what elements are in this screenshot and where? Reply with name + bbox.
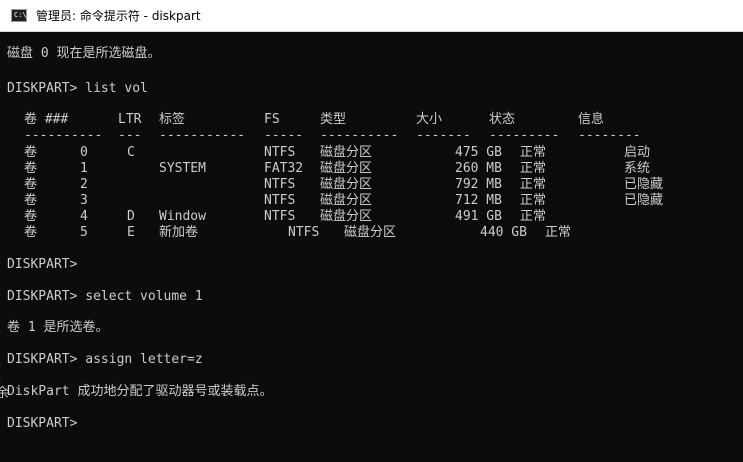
- col-separator: -----------: [159, 128, 246, 143]
- col-separator: -----: [264, 128, 304, 143]
- col-header-info: 信息: [578, 112, 605, 127]
- table-cell: 0: [80, 145, 88, 160]
- table-cell: 440 GB: [480, 225, 527, 240]
- table-cell: 正常: [545, 225, 572, 240]
- table-cell: D: [127, 209, 135, 224]
- table-cell: 卷: [24, 225, 38, 240]
- table-cell: 磁盘分区: [320, 161, 373, 176]
- table-cell: 260 MB: [455, 161, 502, 176]
- table-cell: NTFS: [264, 177, 296, 192]
- col-header-fs: FS: [264, 112, 280, 127]
- table-cell: 磁盘分区: [320, 145, 373, 160]
- table-cell: Window: [159, 209, 206, 224]
- col-header-status: 状态: [489, 112, 516, 127]
- table-cell: 1: [80, 161, 88, 176]
- table-cell: 2: [80, 177, 88, 192]
- table-cell: 5: [80, 225, 88, 240]
- col-separator: ----------: [320, 128, 399, 143]
- col-separator: ---------: [489, 128, 560, 143]
- console-line-selected-disk: 磁盘 0 现在是所选磁盘。: [7, 46, 161, 61]
- table-cell: 正常: [520, 161, 547, 176]
- table-cell: NTFS: [264, 145, 296, 160]
- console-line-prompt: DISKPART>: [7, 257, 78, 272]
- col-separator: -------: [416, 128, 471, 143]
- table-cell: 启动: [624, 145, 651, 160]
- stray-glyph: 余: [0, 386, 10, 401]
- table-cell: 正常: [520, 209, 547, 224]
- col-header-type: 类型: [320, 112, 347, 127]
- table-cell: 卷: [24, 193, 38, 208]
- table-cell: FAT32: [264, 161, 304, 176]
- table-cell: C: [127, 145, 135, 160]
- console-line-assign: DISKPART> assign letter=z: [7, 352, 203, 367]
- table-cell: 磁盘分区: [320, 193, 373, 208]
- table-cell: 磁盘分区: [320, 177, 373, 192]
- table-cell: 新加卷: [159, 225, 199, 240]
- table-cell: 已隐藏: [624, 193, 664, 208]
- console-line-prompt: DISKPART>: [7, 416, 78, 431]
- col-header-label: 标签: [159, 112, 186, 127]
- table-cell: 卷: [24, 161, 38, 176]
- table-cell: 卷: [24, 145, 38, 160]
- console-line-select-volume: DISKPART> select volume 1: [7, 289, 203, 304]
- table-cell: 磁盘分区: [320, 209, 373, 224]
- table-cell: 卷: [24, 209, 38, 224]
- table-cell: 正常: [520, 177, 547, 192]
- col-header-volume: 卷 ###: [24, 112, 69, 127]
- col-separator: ----------: [24, 128, 103, 143]
- console-line-list-vol: DISKPART> list vol: [7, 81, 148, 96]
- table-cell: 磁盘分区: [344, 225, 397, 240]
- table-cell: SYSTEM: [159, 161, 206, 176]
- table-cell: 491 GB: [455, 209, 502, 224]
- table-cell: 系统: [624, 161, 651, 176]
- cmd-window: C:\ 管理员: 命令提示符 - diskpart 磁盘 0 现在是所选磁盘。 …: [0, 0, 743, 462]
- console-line-selected-volume: 卷 1 是所选卷。: [7, 320, 109, 335]
- col-separator: --------: [578, 128, 641, 143]
- table-cell: 792 MB: [455, 177, 502, 192]
- table-cell: NTFS: [264, 209, 296, 224]
- table-cell: 已隐藏: [624, 177, 664, 192]
- table-cell: 正常: [520, 145, 547, 160]
- table-cell: NTFS: [264, 193, 296, 208]
- console-line-assign-result: DiskPart 成功地分配了驱动器号或装载点。: [7, 384, 273, 399]
- console-output[interactable]: 磁盘 0 现在是所选磁盘。 DISKPART> list vol 卷 ### L…: [0, 32, 743, 462]
- col-separator: ---: [118, 128, 142, 143]
- cmd-icon-glyph: C:\: [14, 11, 27, 19]
- table-cell: 475 GB: [455, 145, 502, 160]
- col-header-ltr: LTR: [118, 112, 142, 127]
- table-cell: 正常: [520, 193, 547, 208]
- table-cell: 4: [80, 209, 88, 224]
- title-bar[interactable]: C:\ 管理员: 命令提示符 - diskpart: [0, 0, 743, 32]
- cmd-icon: C:\: [11, 9, 27, 22]
- table-cell: 3: [80, 193, 88, 208]
- table-cell: 卷: [24, 177, 38, 192]
- window-title: 管理员: 命令提示符 - diskpart: [36, 9, 201, 23]
- table-cell: NTFS: [288, 225, 320, 240]
- table-cell: E: [127, 225, 135, 240]
- table-cell: 712 MB: [455, 193, 502, 208]
- col-header-size: 大小: [416, 112, 443, 127]
